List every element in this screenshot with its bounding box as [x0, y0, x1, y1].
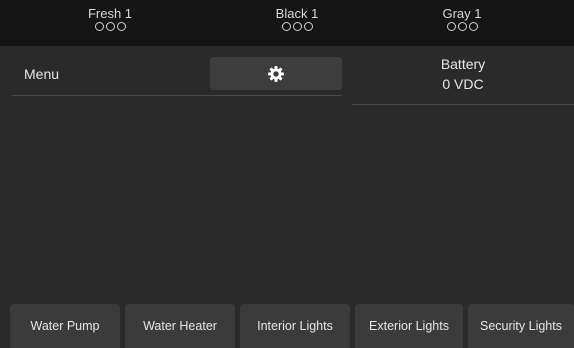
water-pump-button[interactable]: Water Pump [10, 304, 120, 348]
gear-icon [268, 65, 284, 82]
level-dot [116, 22, 126, 31]
level-dot [446, 22, 456, 31]
exterior-lights-button[interactable]: Exterior Lights [355, 304, 463, 348]
level-dot [468, 22, 478, 31]
tank-level-indicator [237, 22, 357, 31]
level-dot [281, 22, 291, 31]
water-heater-button[interactable]: Water Heater [125, 304, 235, 348]
level-dot [303, 22, 313, 31]
settings-button[interactable] [210, 57, 342, 90]
level-dot [94, 22, 104, 31]
security-lights-button[interactable]: Security Lights [468, 304, 574, 348]
level-dot [105, 22, 115, 31]
menu-label[interactable]: Menu [24, 66, 59, 82]
battery-panel: Battery 0 VDC [352, 54, 574, 94]
tank-gray: Gray 1 [402, 6, 522, 31]
tank-name: Gray 1 [442, 6, 482, 21]
control-button-bar: Water Pump Water Heater Interior Lights … [0, 304, 574, 348]
tank-fresh: Fresh 1 [50, 6, 170, 31]
tank-level-indicator [50, 22, 170, 31]
tank-level-indicator [402, 22, 522, 31]
tank-name: Black 1 [275, 6, 319, 21]
battery-label: Battery [440, 56, 486, 72]
level-dot [292, 22, 302, 31]
tank-black: Black 1 [237, 6, 357, 31]
tank-status-bar: Fresh 1 Black 1 Gray 1 [0, 0, 574, 46]
battery-divider [352, 104, 574, 105]
battery-value: 0 VDC [442, 76, 484, 92]
level-dot [457, 22, 467, 31]
menu-divider [12, 95, 342, 96]
interior-lights-button[interactable]: Interior Lights [240, 304, 350, 348]
tank-name: Fresh 1 [87, 6, 133, 21]
